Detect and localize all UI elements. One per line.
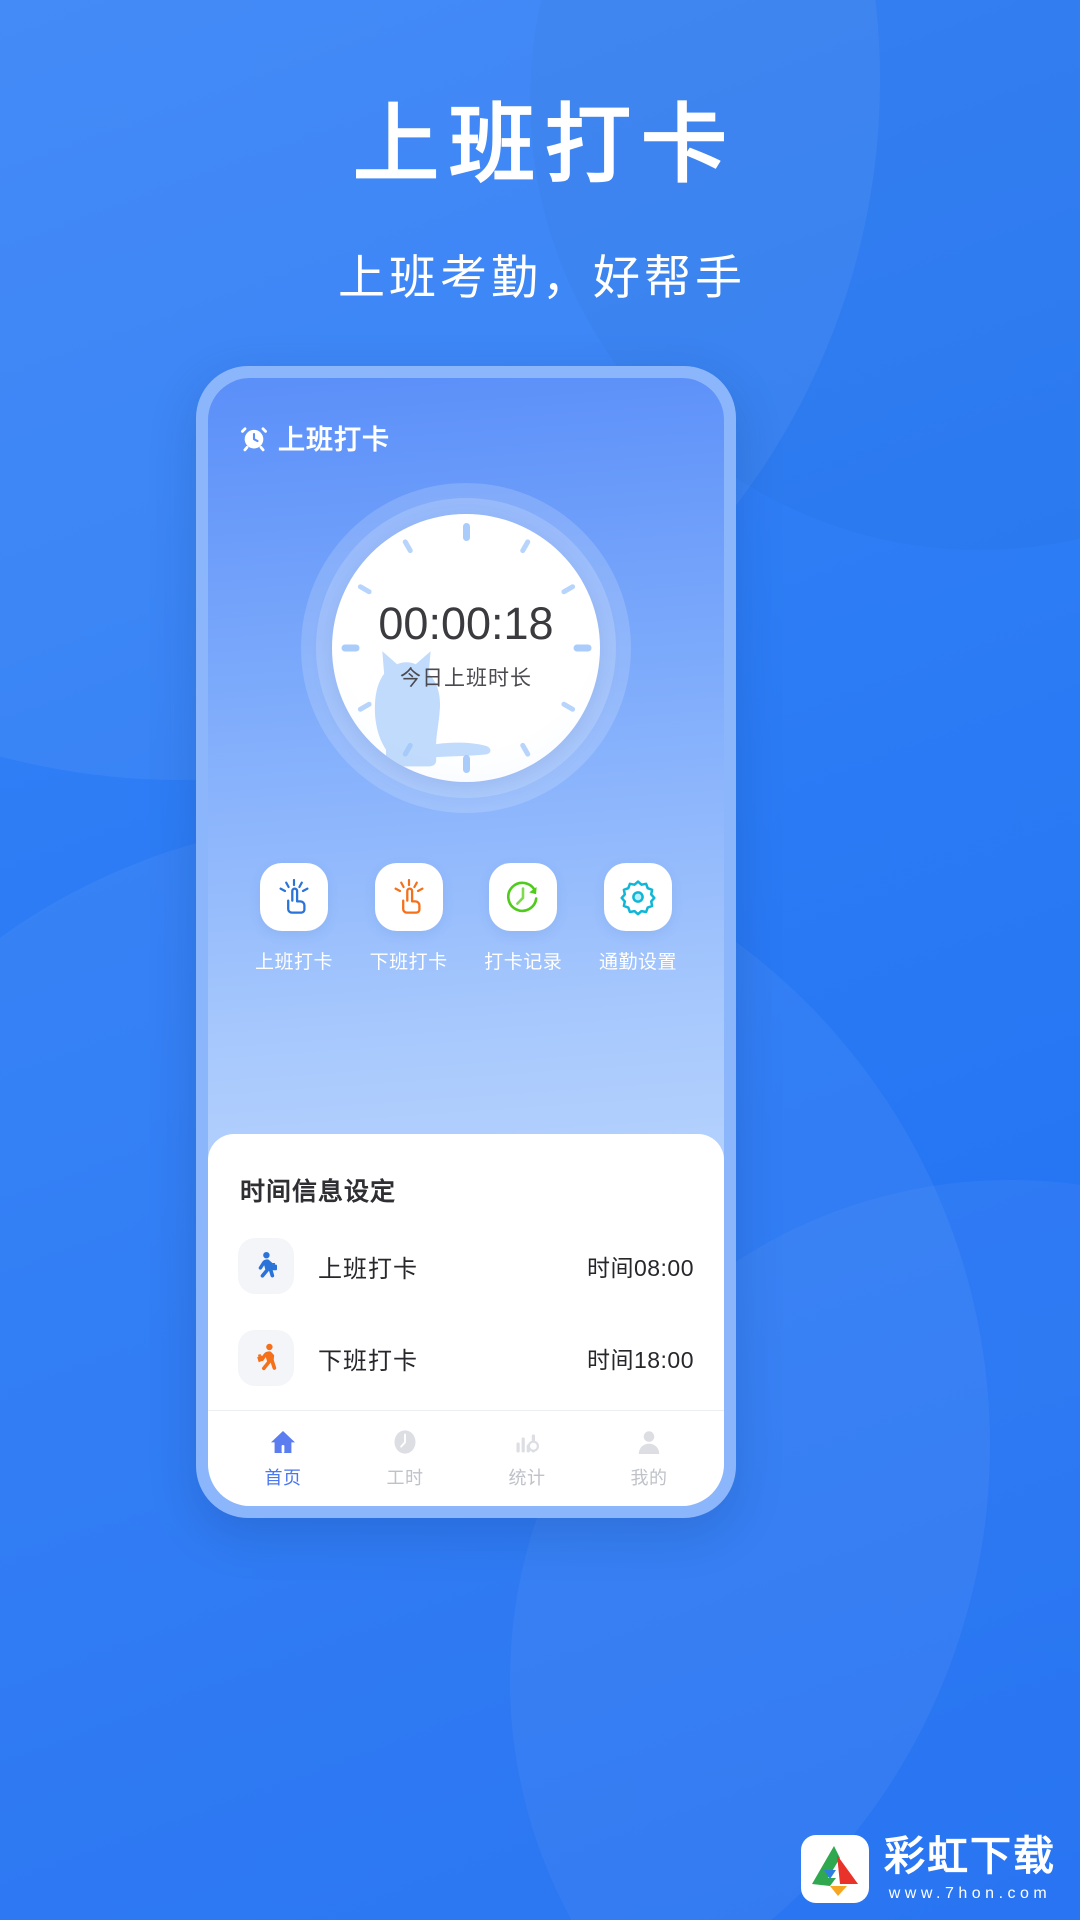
action-records[interactable]: 打卡记录 bbox=[475, 863, 571, 974]
tab-label: 首页 bbox=[264, 1468, 302, 1488]
action-buttons-row: 上班打卡 下班打卡 打卡记录 通勤设置 bbox=[208, 863, 724, 974]
clock-icon bbox=[390, 1427, 420, 1457]
action-clock-out[interactable]: 下班打卡 bbox=[361, 863, 457, 974]
row-value: 时间18:00 bbox=[586, 1347, 694, 1373]
page-subtitle: 上班考勤，好帮手 bbox=[338, 250, 746, 304]
home-icon bbox=[268, 1427, 298, 1457]
tab-label: 我的 bbox=[630, 1468, 668, 1488]
timer-value: 00:00:18 bbox=[378, 597, 554, 649]
action-label: 打卡记录 bbox=[484, 952, 563, 973]
action-label: 下班打卡 bbox=[369, 952, 448, 973]
clock-history-icon bbox=[489, 863, 558, 931]
settings-row-clock-out[interactable]: 下班打卡 时间18:00 bbox=[238, 1318, 694, 1398]
tap-hand-blue-icon bbox=[260, 863, 328, 931]
tab-label: 统计 bbox=[508, 1468, 546, 1488]
walking-person-blue-icon bbox=[238, 1238, 294, 1294]
page-title: 上班打卡 bbox=[353, 97, 737, 193]
hero-section: 上班打卡 上班考勤，好帮手 bbox=[0, 96, 1080, 308]
clock-face: 00:00:18 今日上班时长 bbox=[332, 514, 600, 782]
alarm-clock-icon bbox=[240, 424, 268, 452]
watermark-title: 彩虹下载 bbox=[884, 1833, 1056, 1880]
clock-readout: 00:00:18 今日上班时长 bbox=[332, 514, 600, 782]
tap-hand-orange-icon bbox=[374, 863, 443, 931]
action-label: 上班打卡 bbox=[254, 952, 333, 973]
running-person-orange-icon bbox=[238, 1330, 294, 1386]
time-settings-card: 时间信息设定 上班打卡 时间08:00 下班打卡 时间18:00 首页 工时 统… bbox=[208, 1134, 724, 1506]
tab-home[interactable]: 首页 bbox=[222, 1411, 344, 1506]
person-icon bbox=[634, 1427, 664, 1457]
gear-icon bbox=[603, 863, 672, 931]
watermark-url: www.7hon.com bbox=[888, 1884, 1052, 1902]
settings-row-clock-in[interactable]: 上班打卡 时间08:00 bbox=[238, 1226, 694, 1306]
tab-worktime[interactable]: 工时 bbox=[344, 1411, 466, 1506]
tab-profile[interactable]: 我的 bbox=[588, 1411, 710, 1506]
watermark-texts: 彩虹下载 www.7hon.com bbox=[884, 1835, 1056, 1902]
chart-icon bbox=[512, 1427, 542, 1457]
bottom-tab-bar: 首页 工时 统计 我的 bbox=[208, 1410, 724, 1506]
app-header: 上班打卡 bbox=[208, 378, 724, 457]
clock-halo: 00:00:18 今日上班时长 bbox=[301, 483, 631, 813]
action-commute-settings[interactable]: 通勤设置 bbox=[590, 863, 686, 974]
action-label: 通勤设置 bbox=[598, 952, 677, 973]
rainbow-download-logo bbox=[800, 1834, 870, 1904]
row-value: 时间08:00 bbox=[586, 1255, 694, 1281]
phone-screen: 上班打卡 00:00:18 今日上班时长 上班打卡 下班打卡 打卡记录 通勤设置… bbox=[208, 378, 724, 1506]
row-label: 下班打卡 bbox=[318, 1347, 418, 1375]
phone-mockup: 上班打卡 00:00:18 今日上班时长 上班打卡 下班打卡 打卡记录 通勤设置… bbox=[196, 366, 736, 1518]
clock-section: 00:00:18 今日上班时长 bbox=[208, 483, 724, 813]
watermark: 彩虹下载 www.7hon.com bbox=[800, 1834, 1056, 1904]
tab-statistics[interactable]: 统计 bbox=[466, 1411, 588, 1506]
tab-label: 工时 bbox=[386, 1468, 424, 1488]
app-header-title: 上班打卡 bbox=[278, 425, 390, 455]
row-label: 上班打卡 bbox=[318, 1255, 418, 1283]
card-title: 时间信息设定 bbox=[240, 1178, 397, 1206]
action-clock-in[interactable]: 上班打卡 bbox=[246, 863, 342, 974]
timer-label: 今日上班时长 bbox=[400, 666, 532, 690]
